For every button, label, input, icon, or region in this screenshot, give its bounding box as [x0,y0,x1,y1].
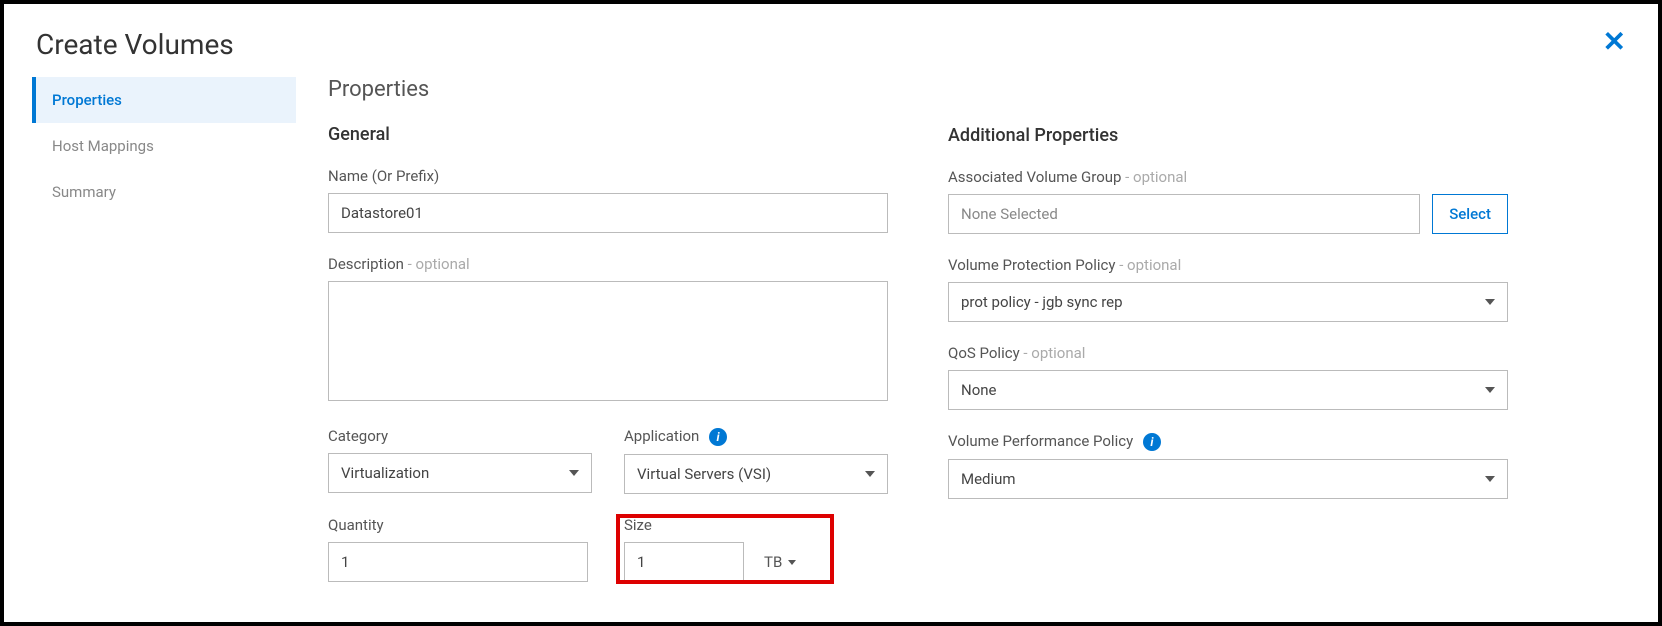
application-select[interactable]: Virtual Servers (VSI) [624,454,888,494]
page-title: Create Volumes [36,28,234,61]
quantity-input[interactable] [328,542,588,582]
chevron-down-icon [1485,476,1495,482]
chevron-down-icon [1485,387,1495,393]
name-input[interactable] [328,193,888,233]
chevron-down-icon [1485,299,1495,305]
chevron-down-icon [865,471,875,477]
info-icon[interactable]: i [1143,433,1161,451]
sidebar-item-host-mappings[interactable]: Host Mappings [32,123,296,169]
qos-label: QoS Policy - optional [948,344,1508,362]
additional-title: Additional Properties [948,125,1508,146]
perf-select[interactable]: Medium [948,459,1508,499]
chevron-down-icon [569,470,579,476]
size-unit-select[interactable]: TB [764,553,796,571]
vpp-select[interactable]: prot policy - jgb sync rep [948,282,1508,322]
wizard-sidebar: Properties Host Mappings Summary [32,77,296,615]
size-label: Size [624,516,888,534]
avg-select-button[interactable]: Select [1432,194,1508,234]
sidebar-item-properties[interactable]: Properties [32,77,296,123]
close-icon[interactable]: ✕ [1603,28,1626,56]
quantity-label: Quantity [328,516,592,534]
description-input[interactable] [328,281,888,401]
size-input[interactable] [624,542,744,582]
name-label: Name (Or Prefix) [328,167,888,185]
category-label: Category [328,427,592,445]
section-title: Properties [328,77,888,102]
chevron-down-icon [788,560,796,565]
category-select[interactable]: Virtualization [328,453,592,493]
avg-label: Associated Volume Group - optional [948,168,1508,186]
sidebar-item-summary[interactable]: Summary [32,169,296,215]
general-title: General [328,124,888,145]
description-label: Description - optional [328,255,888,273]
perf-label: Volume Performance Policy i [948,432,1508,451]
qos-select[interactable]: None [948,370,1508,410]
avg-display: None Selected [948,194,1420,234]
info-icon[interactable]: i [709,428,727,446]
vpp-label: Volume Protection Policy - optional [948,256,1508,274]
application-label: Application i [624,427,888,446]
